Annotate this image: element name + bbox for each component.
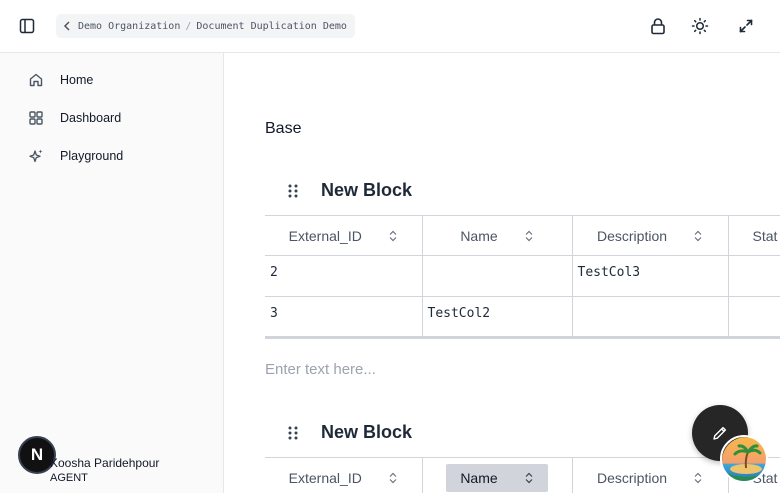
table-row: 2 TestCol3 [265, 255, 780, 297]
text-input-placeholder[interactable]: Enter text here... [265, 361, 376, 378]
lock-icon[interactable] [646, 14, 670, 38]
sidebar-item-label: Home [60, 73, 94, 87]
assistant-avatar-icon[interactable] [720, 435, 768, 483]
user-name: Koosha Paridehpour [50, 456, 160, 470]
sidebar-item-label: Dashboard [60, 111, 122, 125]
sidebar-item-home[interactable]: Home [16, 65, 212, 95]
column-header-status[interactable]: Stat [728, 215, 780, 256]
table-cell[interactable] [572, 296, 729, 339]
table-cell[interactable] [422, 255, 573, 297]
breadcrumb-separator: / [185, 20, 192, 32]
drag-handle-icon[interactable] [287, 425, 299, 441]
table-cell[interactable]: TestCol2 [422, 296, 573, 339]
home-icon [26, 70, 46, 90]
table-cell[interactable] [728, 255, 780, 297]
page-title: Base [265, 120, 302, 137]
data-table: External_ID Name Description Stat 2 Test… [265, 215, 780, 339]
sort-icon[interactable] [693, 230, 703, 242]
table-header-row: External_ID Name Description Stat [265, 215, 780, 256]
chevron-left-icon[interactable] [60, 19, 74, 33]
table-header-row: External_ID Name Description Stat [265, 457, 780, 493]
column-header-external-id[interactable]: External_ID [265, 215, 423, 256]
sidebar-item-dashboard[interactable]: Dashboard [16, 103, 212, 133]
table-cell[interactable]: TestCol3 [572, 255, 729, 297]
sidebar-item-label: Playground [60, 149, 124, 163]
column-header-name[interactable]: Name [422, 457, 573, 493]
breadcrumb: Demo Organization / Document Duplication… [56, 14, 355, 38]
sidebar-toggle-icon[interactable] [16, 15, 38, 37]
breadcrumb-org[interactable]: Demo Organization [78, 21, 180, 32]
sort-icon[interactable] [388, 472, 398, 484]
block-title[interactable]: New Block [321, 180, 412, 201]
sun-icon[interactable] [688, 14, 712, 38]
dashboard-icon [26, 108, 46, 128]
column-header-description[interactable]: Description [572, 215, 729, 256]
user-profile[interactable]: N Koosha Paridehpour AGENT [18, 436, 218, 490]
sparkle-icon [26, 146, 46, 166]
table-cell[interactable]: 2 [265, 255, 423, 297]
sort-icon[interactable] [693, 472, 703, 484]
block-title[interactable]: New Block [321, 422, 412, 443]
data-table: External_ID Name Description Stat [265, 457, 780, 493]
column-header-external-id[interactable]: External_ID [265, 457, 423, 493]
table-row: 3 TestCol2 [265, 296, 780, 339]
drag-handle-icon[interactable] [287, 183, 299, 199]
sort-icon[interactable] [388, 230, 398, 242]
column-header-name[interactable]: Name [422, 215, 573, 256]
table-cell[interactable] [728, 296, 780, 339]
sidebar: Home Dashboard Playground N Koosha Parid… [0, 53, 224, 493]
sort-icon[interactable] [524, 230, 534, 242]
column-header-description[interactable]: Description [572, 457, 729, 493]
top-bar: Demo Organization / Document Duplication… [0, 0, 780, 53]
expand-icon[interactable] [734, 14, 758, 38]
breadcrumb-page[interactable]: Document Duplication Demo [196, 21, 347, 32]
sidebar-item-playground[interactable]: Playground [16, 141, 212, 171]
pencil-icon [713, 426, 727, 440]
sort-icon[interactable] [524, 472, 534, 484]
table-cell[interactable]: 3 [265, 296, 423, 339]
user-role: AGENT [50, 472, 88, 484]
